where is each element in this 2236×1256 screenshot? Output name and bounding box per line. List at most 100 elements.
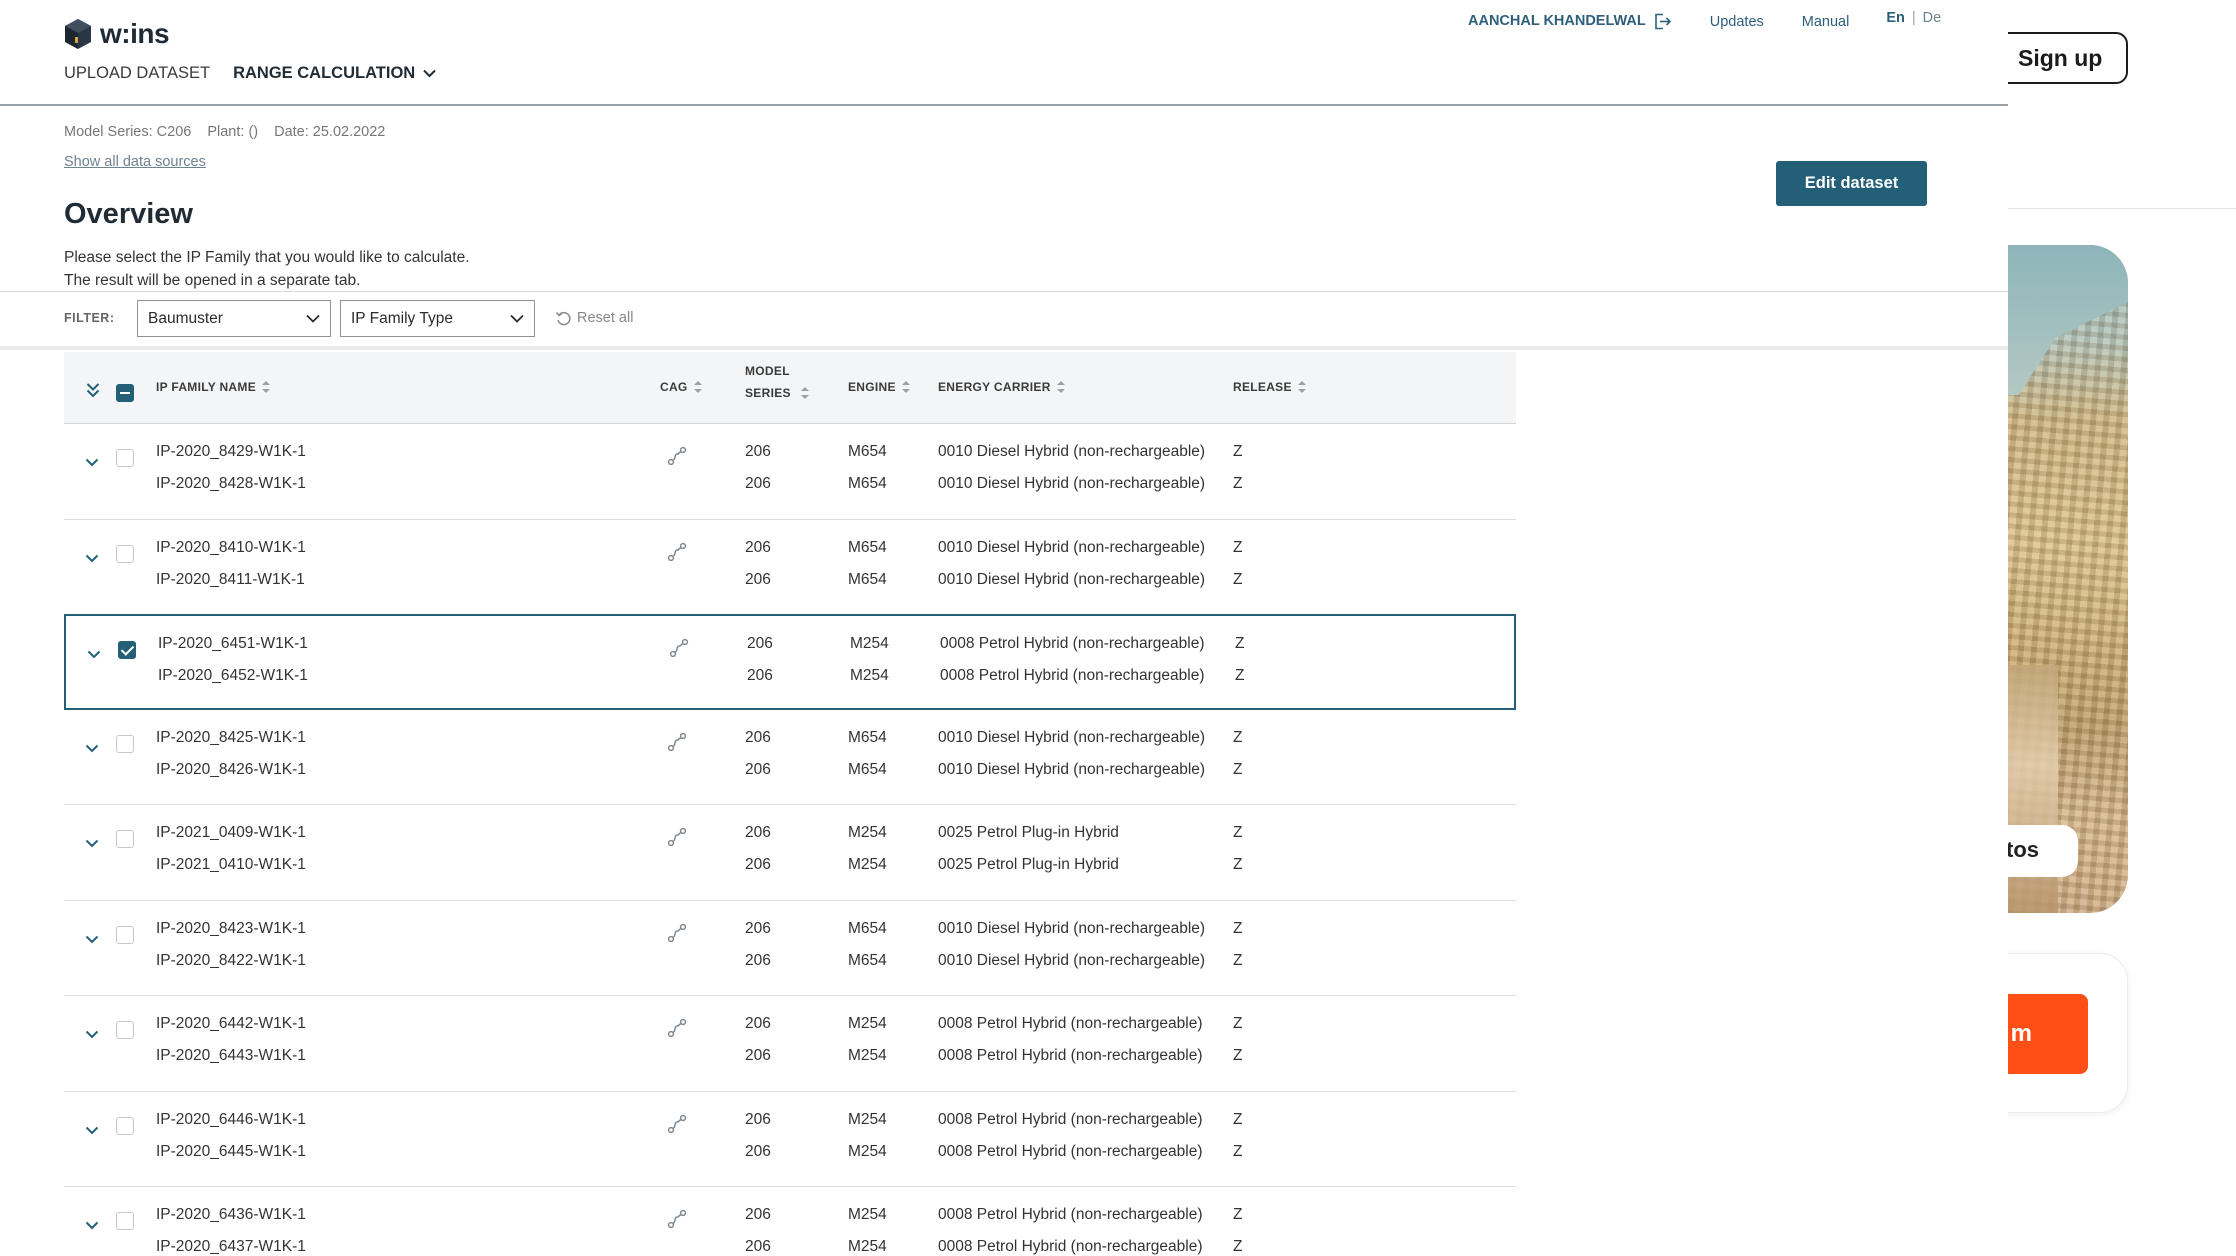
logo[interactable]: w:ins — [64, 14, 170, 54]
select-all-checkbox[interactable] — [116, 384, 134, 402]
release: Z — [1233, 951, 1243, 969]
engine: M654 — [848, 728, 887, 746]
ip-family-entry: IP-2020_6437-W1K-1 206 M254 0008 Petrol Hyb… — [64, 1237, 1516, 1256]
nav-range-calculation-label: RANGE CALCULATION — [233, 64, 416, 82]
ip-family-name: IP-2020_8423-W1K-1 — [156, 919, 306, 937]
nav-upload-dataset[interactable]: UPLOAD DATASET — [64, 64, 210, 83]
sign-up-button[interactable]: Sign up — [2008, 32, 2128, 84]
show-all-data-sources-link[interactable]: Show all data sources — [64, 154, 206, 170]
release: Z — [1233, 1206, 1243, 1223]
ip-family-name: IP-2021_0410-W1K-1 — [156, 856, 306, 873]
th-engine[interactable]: ENGINE — [848, 380, 910, 394]
release: Z — [1233, 1142, 1243, 1160]
side-divider — [2008, 208, 2236, 209]
ip-family-type-select[interactable]: IP Family Type — [340, 300, 535, 337]
ip-family-name: IP-2020_6451-W1K-1 — [158, 635, 308, 652]
table-row[interactable]: IP-2020_6436-W1K-1 206 M254 0008 Petrol Hyb… — [64, 1187, 1516, 1256]
th-cag[interactable]: CAG — [660, 380, 702, 394]
ip-family-entry: IP-2020_8428-W1K-1 206 M654 0010 Diesel Hyb… — [64, 474, 1516, 506]
table-row[interactable]: IP-2020_8410-W1K-1 206 M654 0010 Diesel Hyb… — [64, 520, 1516, 615]
table-row[interactable]: IP-2020_6442-W1K-1 206 M254 0008 Petrol Hyb… — [64, 996, 1516, 1092]
engine: M254 — [848, 1110, 887, 1128]
language-switch: En | De — [1886, 10, 1941, 26]
table-row[interactable]: IP-2020_8429-W1K-1 206 M654 0010 Diesel Hyb… — [64, 424, 1516, 520]
release: Z — [1233, 1110, 1243, 1128]
photo-label-button[interactable]: tos — [2008, 825, 2078, 877]
table-row[interactable]: IP-2020_8423-W1K-1 206 M654 0010 Diesel Hyb… — [64, 901, 1516, 996]
table-header: IP FAMILY NAME CAG MODEL SERIES ENGINE E… — [64, 352, 1516, 424]
double-chevron-down-icon[interactable] — [86, 382, 100, 398]
th-model-series-line-2-wrap: SERIES — [745, 386, 809, 400]
page-description: Please select the IP Family that you wou… — [64, 246, 470, 292]
manual-link[interactable]: Manual — [1802, 14, 1850, 30]
release: Z — [1233, 728, 1243, 746]
engine: M254 — [850, 635, 889, 652]
sort-icon — [800, 387, 809, 399]
ip-family-entry: IP-2020_8411-W1K-1 206 M654 0010 Diesel Hyb… — [64, 570, 1516, 602]
dataset-meta: Model Series: C206 Plant: () Date: 25.02… — [64, 124, 385, 140]
meta-model-series: Model Series: C206 — [64, 124, 192, 140]
lang-en[interactable]: En — [1886, 10, 1905, 26]
ip-family-entry: IP-2021_0410-W1K-1 206 M254 0025 Petrol Plu… — [64, 855, 1516, 887]
reset-all-button[interactable]: Reset all — [555, 310, 633, 326]
ip-family-name: IP-2020_8426-W1K-1 — [156, 760, 306, 778]
model-series: 206 — [745, 824, 771, 841]
table-row[interactable]: IP-2020_8425-W1K-1 206 M654 0010 Diesel Hyb… — [64, 710, 1516, 805]
model-series: 206 — [745, 570, 771, 588]
th-model-series-line-2: SERIES — [745, 386, 791, 400]
energy-carrier: 0010 Diesel Hybrid (non-rechargeable) — [938, 475, 1206, 492]
th-ip-family-name[interactable]: IP FAMILY NAME — [156, 380, 271, 394]
user-logout[interactable]: AANCHAL KHANDELWAL — [1468, 13, 1672, 30]
cta-button[interactable]: m — [2008, 994, 2088, 1074]
photo-sky — [2008, 245, 2128, 395]
ip-family-entry: IP-2020_8423-W1K-1 206 M654 0010 Diesel Hyb… — [64, 919, 1516, 951]
filter-divider — [0, 291, 2008, 292]
th-energy-carrier-label: ENERGY CARRIER — [938, 380, 1051, 394]
energy-carrier: 0010 Diesel Hybrid (non-rechargeable) — [938, 951, 1206, 969]
energy-carrier: 0008 Petrol Hybrid (non-rechargeable) — [938, 1142, 1203, 1160]
user-name: AANCHAL KHANDELWAL — [1468, 13, 1646, 29]
energy-carrier: 0008 Petrol Hybrid (non-rechargeable) — [938, 1238, 1203, 1255]
top-nav: UPLOAD DATASET RANGE CALCULATION — [64, 64, 436, 83]
updates-link[interactable]: Updates — [1710, 14, 1764, 30]
nav-range-calculation[interactable]: RANGE CALCULATION — [233, 64, 436, 83]
engine: M654 — [848, 951, 887, 969]
edit-dataset-button[interactable]: Edit dataset — [1776, 161, 1927, 206]
release: Z — [1233, 856, 1243, 873]
table-row[interactable]: IP-2021_0409-W1K-1 206 M254 0025 Petrol Plu… — [64, 805, 1516, 901]
th-release[interactable]: RELEASE — [1233, 380, 1306, 394]
ip-family-entry: IP-2020_6436-W1K-1 206 M254 0008 Petrol Hyb… — [64, 1205, 1516, 1237]
release: Z — [1233, 1015, 1243, 1032]
engine: M254 — [848, 1015, 887, 1032]
ip-family-name: IP-2020_8422-W1K-1 — [156, 951, 306, 969]
sort-icon — [1297, 381, 1306, 393]
ip-family-name: IP-2020_8411-W1K-1 — [156, 570, 305, 588]
energy-carrier: 0008 Petrol Hybrid (non-rechargeable) — [940, 667, 1205, 684]
engine: M254 — [848, 856, 887, 873]
ip-family-entry: IP-2020_6452-W1K-1 206 M254 0008 Petrol Hyb… — [66, 666, 1514, 698]
page-title: Overview — [64, 198, 193, 230]
meta-date: Date: 25.02.2022 — [274, 124, 386, 140]
baumuster-select[interactable]: Baumuster — [137, 300, 331, 337]
table-row[interactable]: IP-2020_6446-W1K-1 206 M254 0008 Petrol Hyb… — [64, 1092, 1516, 1187]
release: Z — [1233, 919, 1243, 937]
release: Z — [1235, 667, 1245, 684]
model-series: 206 — [745, 1238, 771, 1255]
sort-icon — [262, 381, 271, 393]
model-series: 206 — [745, 1015, 771, 1032]
ip-family-entry: IP-2020_8425-W1K-1 206 M654 0010 Diesel Hyb… — [64, 728, 1516, 760]
app-panel: w:ins UPLOAD DATASET RANGE CALCULATION A… — [0, 0, 2008, 1256]
engine: M254 — [848, 1047, 887, 1064]
table-row[interactable]: IP-2020_6451-W1K-1 206 M254 0008 Petrol Hyb… — [64, 614, 1516, 710]
th-energy-carrier[interactable]: ENERGY CARRIER — [938, 380, 1065, 394]
filter-bar-bottom — [0, 346, 2008, 350]
ip-family-name: IP-2020_8429-W1K-1 — [156, 443, 306, 460]
lang-de[interactable]: De — [1923, 10, 1942, 26]
th-model-series[interactable]: MODEL SERIES — [745, 364, 809, 400]
description-line-1: Please select the IP Family that you wou… — [64, 249, 470, 266]
ip-family-name: IP-2020_8425-W1K-1 — [156, 728, 306, 746]
ip-family-entry: IP-2020_6446-W1K-1 206 M254 0008 Petrol Hyb… — [64, 1110, 1516, 1142]
ip-family-entry: IP-2021_0409-W1K-1 206 M254 0025 Petrol Plu… — [64, 823, 1516, 855]
description-line-2: The result will be opened in a separate … — [64, 272, 361, 289]
release: Z — [1233, 1238, 1243, 1255]
